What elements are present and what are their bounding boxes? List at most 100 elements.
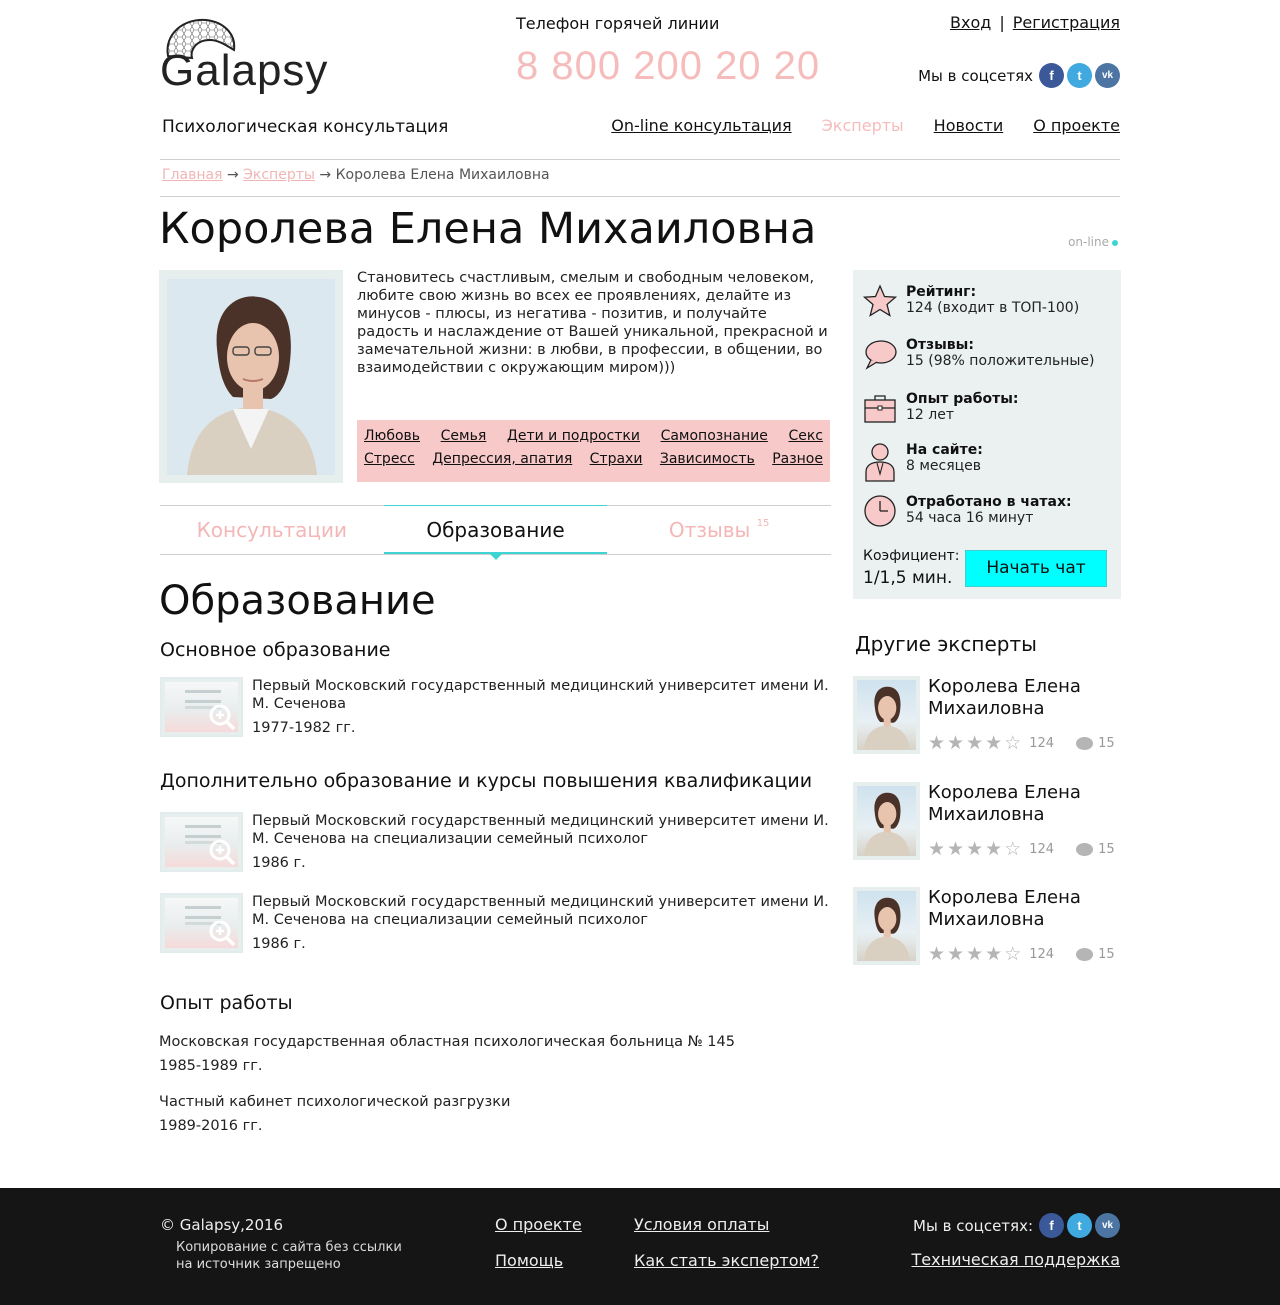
tag-link[interactable]: Зависимость xyxy=(660,451,755,474)
tab-education[interactable]: Образование xyxy=(383,505,608,560)
breadcrumb-arrow: → xyxy=(319,167,332,183)
star-outline-icon: ☆ xyxy=(1004,943,1022,965)
work-place: Московская государственная областная пси… xyxy=(159,1034,735,1050)
footer-help-link[interactable]: Помощь xyxy=(495,1251,563,1270)
extra-education-title: Дополнительно образование и курсы повыше… xyxy=(160,770,813,792)
other-expert-name[interactable]: Михаиловна xyxy=(928,804,1081,826)
other-expert-rating: 124 xyxy=(1029,736,1055,751)
tab-reviews-count: 15 xyxy=(756,518,770,529)
nav-news[interactable]: Новости xyxy=(934,116,1004,135)
nav-online-consult[interactable]: On-line консультация xyxy=(611,116,791,135)
zoom-icon xyxy=(209,839,236,866)
diploma-thumbnail[interactable] xyxy=(160,677,243,737)
tag-link[interactable]: Стресс xyxy=(364,451,415,474)
avatar[interactable] xyxy=(853,782,920,860)
stat-label: Опыт работы: xyxy=(906,391,1019,407)
diploma-thumbnail[interactable] xyxy=(160,893,243,953)
stat-value: 8 месяцев xyxy=(906,458,982,474)
work-place: Частный кабинет психологической разгрузк… xyxy=(159,1094,511,1110)
divider xyxy=(160,159,1120,160)
star-icon: ★ xyxy=(947,732,965,754)
tag-link[interactable]: Депрессия, апатия xyxy=(432,451,572,474)
tag-link[interactable]: Семья xyxy=(441,428,487,451)
nav-experts[interactable]: Эксперты xyxy=(822,116,904,135)
tab-consultations[interactable]: Консультации xyxy=(160,506,384,554)
star-icon: ★ xyxy=(947,838,965,860)
breadcrumb-experts[interactable]: Эксперты xyxy=(243,167,315,183)
tag-link[interactable]: Любовь xyxy=(364,428,420,451)
online-dot-icon xyxy=(1112,239,1118,246)
other-expert-rating: 124 xyxy=(1029,947,1055,962)
footer-about-link[interactable]: О проекте xyxy=(495,1215,582,1234)
other-expert-meta: ★ ★ ★ ★ ☆ 124 15 xyxy=(928,734,1115,753)
twitter-icon[interactable]: t xyxy=(1067,63,1092,88)
other-expert-rating: 124 xyxy=(1029,842,1055,857)
auth-links: Вход | Регистрация xyxy=(950,13,1120,32)
avatar[interactable] xyxy=(853,676,920,754)
expert-photo xyxy=(167,279,335,475)
comment-icon xyxy=(1076,843,1094,856)
footer-become-expert-link[interactable]: Как стать экспертом? xyxy=(634,1251,819,1270)
star-icon: ★ xyxy=(985,943,1003,965)
start-chat-button[interactable]: Начать чат xyxy=(965,550,1107,587)
stat-label: Отработано в чатах: xyxy=(906,494,1072,510)
comment-icon xyxy=(1076,948,1094,961)
tag-link[interactable]: Разное xyxy=(772,451,823,474)
star-icon: ★ xyxy=(966,732,984,754)
facebook-icon[interactable]: f xyxy=(1039,1213,1064,1238)
tag-link[interactable]: Страхи xyxy=(590,451,643,474)
clock-icon xyxy=(864,495,896,527)
social-label: Мы в соцсетях xyxy=(918,66,1033,85)
tab-reviews[interactable]: Отзывы 15 xyxy=(607,506,831,554)
stat-value: 15 (98% положительные) xyxy=(906,353,1095,369)
vk-icon[interactable]: vk xyxy=(1095,63,1120,88)
tag-link[interactable]: Самопознание xyxy=(661,428,768,451)
vk-icon[interactable]: vk xyxy=(1095,1213,1120,1238)
tag-link[interactable]: Секс xyxy=(788,428,823,451)
avatar[interactable] xyxy=(853,887,920,965)
other-expert-name[interactable]: Королева Елена xyxy=(928,782,1081,804)
education-item: Первый Московский государственный медици… xyxy=(160,893,832,953)
facebook-icon[interactable]: f xyxy=(1039,63,1064,88)
breadcrumb-home[interactable]: Главная xyxy=(162,167,222,183)
star-outline-icon: ☆ xyxy=(1004,838,1022,860)
other-expert-name[interactable]: Королева Елена xyxy=(928,887,1081,909)
speech-bubble-icon xyxy=(865,340,897,370)
login-link[interactable]: Вход xyxy=(950,13,991,32)
stat-value: 54 часа 16 минут xyxy=(906,510,1034,526)
coef-value: 1/1,5 мин. xyxy=(863,568,953,588)
education-year: 1986 г. xyxy=(252,855,306,871)
footer-social-label: Мы в соцсетях: xyxy=(913,1216,1033,1235)
comment-icon xyxy=(1076,737,1094,750)
copy-note: Копирование с сайта без ссылки на источн… xyxy=(176,1240,402,1272)
stat-label: Отзывы: xyxy=(906,337,974,353)
hotline-number[interactable]: 8 800 200 20 20 xyxy=(516,44,820,89)
online-label: on-line xyxy=(1068,235,1109,249)
education-text: Первый Московский государственный медици… xyxy=(252,813,829,847)
stat-experience: Опыт работы: 12 лет xyxy=(863,391,1018,425)
coef-label: Коэфициент: xyxy=(863,548,960,564)
work-years: 1985-1989 гг. xyxy=(159,1058,263,1074)
stat-rating: Рейтинг: 124 (входит в ТОП-100) xyxy=(863,284,1079,318)
auth-separator: | xyxy=(999,13,1005,32)
star-icon: ★ xyxy=(966,838,984,860)
twitter-icon[interactable]: t xyxy=(1067,1213,1092,1238)
tag-link[interactable]: Дети и подростки xyxy=(507,428,640,451)
online-status: on-line xyxy=(1068,235,1118,249)
other-expert-name[interactable]: Королева Елена xyxy=(928,676,1081,698)
education-item: Первый Московский государственный медици… xyxy=(160,677,832,737)
star-icon: ★ xyxy=(947,943,965,965)
footer-support-link[interactable]: Техническая поддержка xyxy=(912,1250,1120,1269)
nav-about[interactable]: О проекте xyxy=(1033,116,1120,135)
other-expert-name[interactable]: Михаиловна xyxy=(928,909,1081,931)
other-expert-reviews: 15 xyxy=(1098,736,1115,751)
tags-row: Стресс Депрессия, апатия Страхи Зависимо… xyxy=(364,451,823,474)
footer-payment-link[interactable]: Условия оплаты xyxy=(634,1215,769,1234)
header-social: Мы в соцсетях f t vk xyxy=(918,63,1120,88)
other-expert-meta: ★ ★ ★ ★ ☆ 124 15 xyxy=(928,840,1115,859)
register-link[interactable]: Регистрация xyxy=(1013,13,1120,32)
zoom-icon xyxy=(209,704,236,731)
other-expert-name[interactable]: Михаиловна xyxy=(928,698,1081,720)
diploma-thumbnail[interactable] xyxy=(160,812,243,872)
section-title: Образование xyxy=(159,578,436,624)
